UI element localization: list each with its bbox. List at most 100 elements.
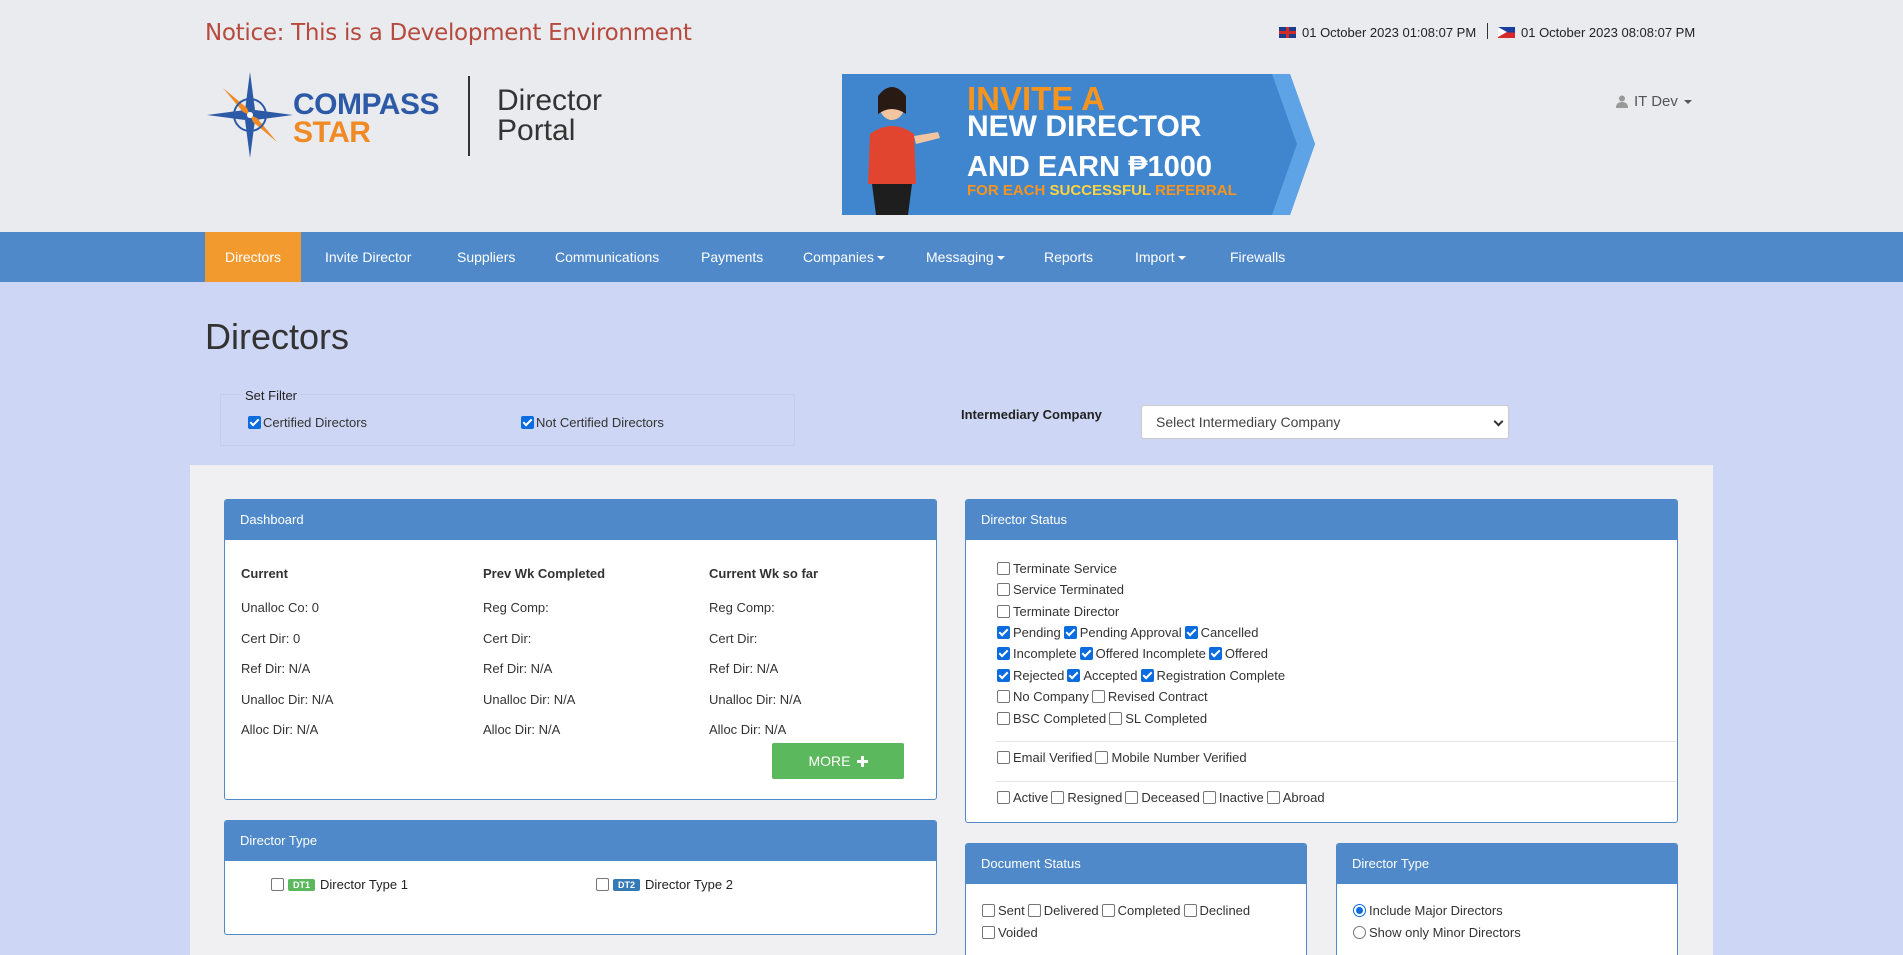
status-active[interactable]: Active xyxy=(997,790,1048,805)
doc-voided[interactable]: Voided xyxy=(982,925,1038,940)
status-pending[interactable]: Pending xyxy=(997,625,1061,640)
status-checkbox[interactable] xyxy=(1063,626,1077,639)
status-terminate-director[interactable]: Terminate Director xyxy=(997,604,1119,619)
status-checkbox[interactable] xyxy=(997,562,1010,575)
director-type-1-checkbox[interactable] xyxy=(271,878,284,891)
status-checkbox[interactable] xyxy=(1140,669,1154,682)
status-checkbox[interactable] xyxy=(1067,669,1081,682)
status-resigned[interactable]: Resigned xyxy=(1051,790,1122,805)
status-row: Incomplete Offered Incomplete Offered xyxy=(997,646,1271,661)
certified-directors-checkbox[interactable] xyxy=(248,416,261,429)
nav-communications[interactable]: Communications xyxy=(555,232,659,282)
nav-firewalls[interactable]: Firewalls xyxy=(1230,232,1285,282)
status-checkbox[interactable] xyxy=(997,751,1010,764)
doc-status-checkbox[interactable] xyxy=(982,926,995,939)
nav-invite-director[interactable]: Invite Director xyxy=(325,232,411,282)
banner-line-4-prefix: FOR EACH xyxy=(967,182,1050,199)
status-bsc-completed[interactable]: BSC Completed xyxy=(997,711,1106,726)
status-checkbox[interactable] xyxy=(1051,791,1065,804)
nav-import[interactable]: Import xyxy=(1135,232,1186,282)
status-terminate-service[interactable]: Terminate Service xyxy=(997,561,1117,576)
status-checkbox[interactable] xyxy=(1079,647,1093,660)
status-service-terminated[interactable]: Service Terminated xyxy=(997,582,1124,597)
status-checkbox[interactable] xyxy=(997,605,1010,618)
director-type-1-option[interactable]: DT1 Director Type 1 xyxy=(271,877,408,892)
dashboard-stat: Reg Comp: xyxy=(483,600,549,615)
not-certified-directors-checkbox[interactable] xyxy=(521,416,534,429)
invite-director-banner[interactable]: INVITE A NEW DIRECTOR AND EARN ₱1000 FOR… xyxy=(842,74,1315,215)
show-minor-directors-option[interactable]: Show only Minor Directors xyxy=(1353,925,1521,940)
certified-directors-option[interactable]: Certified Directors xyxy=(248,415,367,430)
show-minor-directors-radio[interactable] xyxy=(1353,926,1366,939)
director-type-2-option[interactable]: DT2 Director Type 2 xyxy=(596,877,733,892)
status-rejected[interactable]: Rejected xyxy=(997,668,1064,683)
include-major-directors-radio[interactable] xyxy=(1353,904,1366,917)
user-menu[interactable]: IT Dev xyxy=(1616,93,1692,110)
doc-completed[interactable]: Completed xyxy=(1101,903,1181,918)
doc-status-checkbox[interactable] xyxy=(982,904,995,917)
status-no-company[interactable]: No Company xyxy=(997,689,1089,704)
not-certified-directors-option[interactable]: Not Certified Directors xyxy=(521,415,664,430)
more-button[interactable]: MORE xyxy=(772,743,904,779)
dashboard-stat: Cert Dir: xyxy=(709,631,758,646)
doc-status-checkbox[interactable] xyxy=(1101,904,1115,917)
status-offered-incomplete[interactable]: Offered Incomplete xyxy=(1079,646,1206,661)
status-cancelled[interactable]: Cancelled xyxy=(1184,625,1258,640)
compass-icon xyxy=(207,72,293,158)
uk-flag-icon xyxy=(1279,27,1296,38)
nav-companies[interactable]: Companies xyxy=(803,232,885,282)
director-type-filter-title: Director Type xyxy=(1337,844,1677,884)
status-label: Offered Incomplete xyxy=(1095,646,1206,661)
doc-status-checkbox[interactable] xyxy=(1183,904,1197,917)
status-email-verified[interactable]: Email Verified xyxy=(997,750,1092,765)
status-pending-approval[interactable]: Pending Approval xyxy=(1063,625,1182,640)
status-checkbox[interactable] xyxy=(997,690,1010,703)
nav-payments-label: Payments xyxy=(701,249,764,265)
doc-sent[interactable]: Sent xyxy=(982,903,1025,918)
status-label: Pending xyxy=(1013,625,1061,640)
dashboard-stat: Ref Dir: N/A xyxy=(709,661,779,676)
include-major-directors-option[interactable]: Include Major Directors xyxy=(1353,903,1503,918)
status-checkbox[interactable] xyxy=(1202,791,1216,804)
status-label: Revised Contract xyxy=(1107,689,1208,704)
doc-status-checkbox[interactable] xyxy=(1027,904,1041,917)
status-mobile-verified[interactable]: Mobile Number Verified xyxy=(1095,750,1247,765)
status-checkbox[interactable] xyxy=(1091,690,1105,703)
status-revised-contract[interactable]: Revised Contract xyxy=(1091,689,1208,704)
nav-suppliers[interactable]: Suppliers xyxy=(457,232,515,282)
nav-payments[interactable]: Payments xyxy=(701,232,763,282)
dashboard-stat: Unalloc Dir: N/A xyxy=(241,692,334,707)
status-checkbox[interactable] xyxy=(997,626,1010,639)
status-checkbox[interactable] xyxy=(1095,751,1109,764)
compass-star-logo[interactable]: COMPASS STAR Director Portal xyxy=(205,70,605,160)
status-incomplete[interactable]: Incomplete xyxy=(997,646,1077,661)
status-checkbox[interactable] xyxy=(1125,791,1139,804)
status-deceased[interactable]: Deceased xyxy=(1125,790,1200,805)
status-inactive[interactable]: Inactive xyxy=(1202,790,1264,805)
status-checkbox[interactable] xyxy=(997,791,1010,804)
status-checkbox[interactable] xyxy=(1208,647,1222,660)
status-label: SL Completed xyxy=(1125,711,1208,726)
status-checkbox[interactable] xyxy=(997,712,1010,725)
page-title: Directors xyxy=(205,316,350,357)
doc-declined[interactable]: Declined xyxy=(1183,903,1250,918)
status-checkbox[interactable] xyxy=(1109,712,1123,725)
intermediary-company-select[interactable]: Select Intermediary Company xyxy=(1141,405,1509,439)
dashboard-col-prev-week: Prev Wk Completed xyxy=(483,566,606,581)
status-checkbox[interactable] xyxy=(997,669,1010,682)
status-accepted[interactable]: Accepted xyxy=(1067,668,1138,683)
status-checkbox[interactable] xyxy=(997,647,1010,660)
status-sl-completed[interactable]: SL Completed xyxy=(1109,711,1207,726)
doc-delivered[interactable]: Delivered xyxy=(1027,903,1099,918)
nav-directors[interactable]: Directors xyxy=(205,232,302,282)
status-abroad[interactable]: Abroad xyxy=(1266,790,1325,805)
status-checkbox[interactable] xyxy=(1184,626,1198,639)
status-label: Terminate Service xyxy=(1013,561,1118,576)
status-checkbox[interactable] xyxy=(1266,791,1280,804)
status-registration-complete[interactable]: Registration Complete xyxy=(1140,668,1285,683)
nav-messaging[interactable]: Messaging xyxy=(926,232,1005,282)
status-offered[interactable]: Offered xyxy=(1208,646,1268,661)
director-type-2-checkbox[interactable] xyxy=(596,878,609,891)
status-checkbox[interactable] xyxy=(997,583,1010,596)
nav-reports[interactable]: Reports xyxy=(1044,232,1093,282)
